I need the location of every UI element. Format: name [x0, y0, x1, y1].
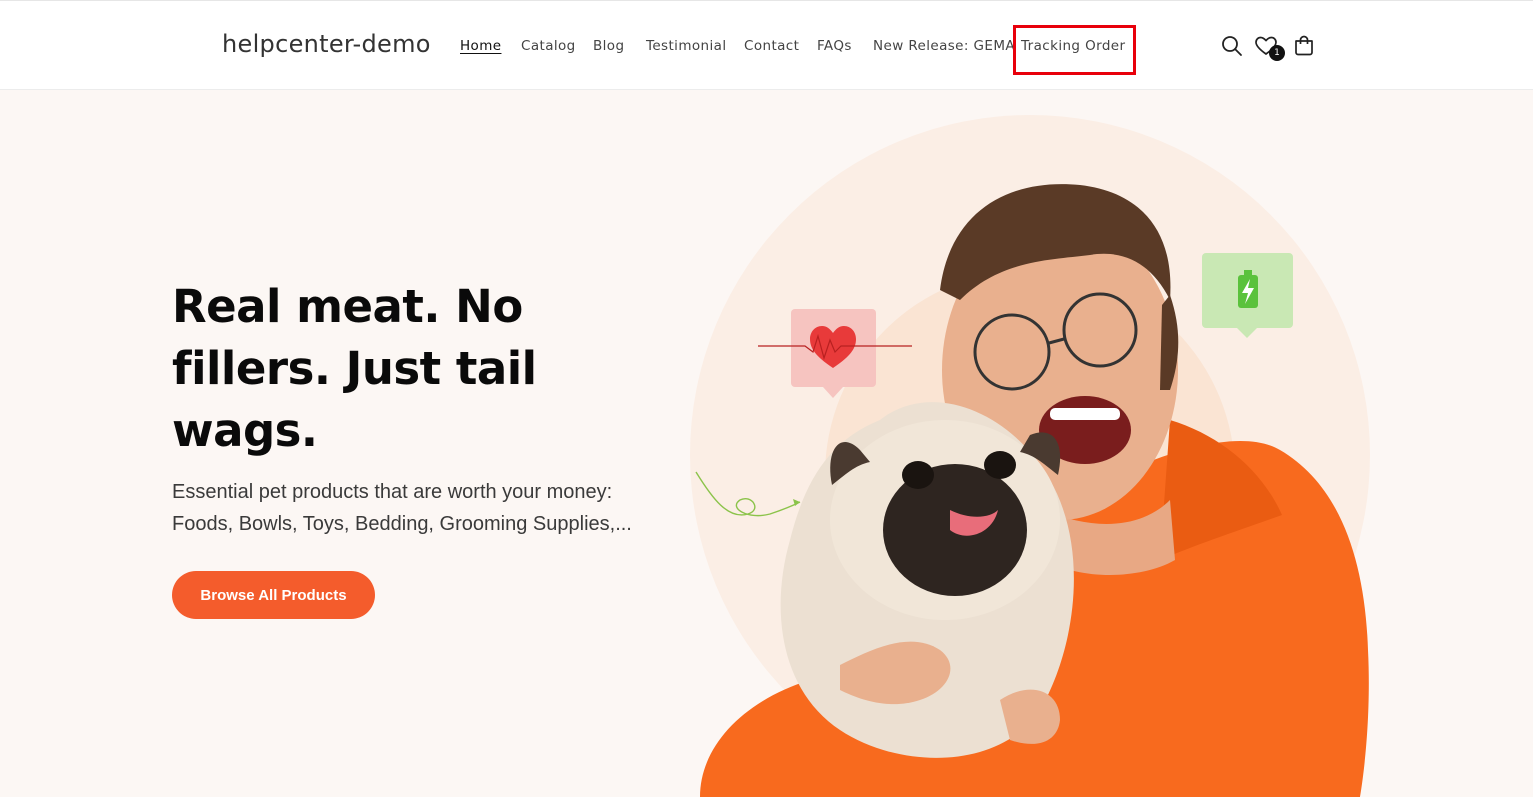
- hero-illustration: [690, 115, 1370, 797]
- site-logo[interactable]: helpcenter-demo: [222, 30, 431, 58]
- nav-link-home[interactable]: Home: [460, 38, 501, 54]
- wishlist-count-badge: 1: [1269, 45, 1285, 61]
- cart-bag-icon[interactable]: [1291, 32, 1317, 58]
- nav-link-catalog[interactable]: Catalog: [521, 38, 576, 54]
- hero-banner: Real meat. No fillers. Just tail wags. E…: [0, 90, 1533, 797]
- nav-link-blog[interactable]: Blog: [593, 38, 624, 54]
- nav-link-tracking-order[interactable]: Tracking Order: [1021, 38, 1125, 54]
- nav-link-contact[interactable]: Contact: [744, 38, 799, 54]
- nav-link-testimonial[interactable]: Testimonial: [646, 38, 726, 54]
- battery-bubble: [1202, 253, 1293, 338]
- site-header: helpcenter-demo Home Catalog Blog Testim…: [0, 1, 1533, 90]
- nav-link-new-release[interactable]: New Release: GEMA: [873, 38, 1015, 54]
- nav-link-faqs[interactable]: FAQs: [817, 38, 852, 54]
- search-icon[interactable]: [1219, 33, 1245, 59]
